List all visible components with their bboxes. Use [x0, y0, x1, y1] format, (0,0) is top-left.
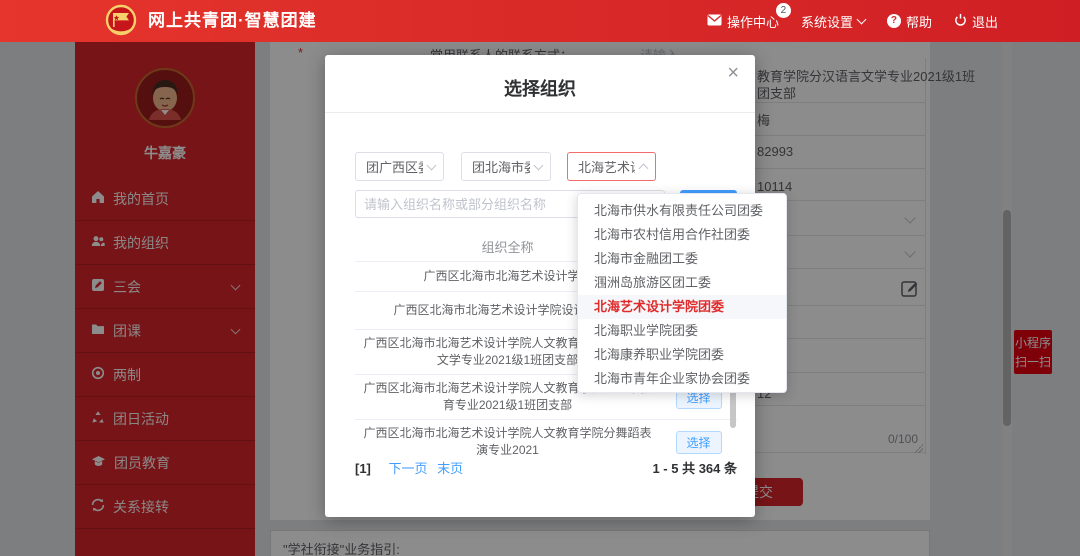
nav-label: 退出	[972, 12, 998, 31]
org-dropdown-list: 北海市供水有限责任公司团委 北海市农村信用合作社团委 北海市金融团工委 涠洲岛旅…	[577, 193, 787, 393]
org-level2-select[interactable]: 团北海市委	[461, 152, 551, 181]
dropdown-item[interactable]: 北海市金融团工委	[578, 247, 786, 271]
nav-label: 操作中心	[727, 12, 779, 31]
page-next-link[interactable]: 下一页	[389, 461, 428, 476]
app-header: 网上共青团·智慧团建 操作中心 2 系统设置 ? 帮助 退出	[0, 0, 1080, 42]
chevron-down-icon	[534, 160, 544, 170]
nav-label: 帮助	[906, 12, 932, 31]
modal-title: 选择组织	[325, 75, 755, 101]
pagination: [1] 下一页 末页 1 - 5 共 364 条	[355, 458, 737, 480]
notification-badge: 2	[776, 3, 791, 18]
table-row: 广西区北海市北海艺术设计学院人文教育学院分舞蹈表演专业2021 选择	[355, 420, 737, 455]
nav-label: 系统设置	[801, 12, 853, 31]
chevron-down-icon	[857, 15, 867, 25]
dropdown-item[interactable]: 北海康养职业学院团委	[578, 343, 786, 367]
select-value: 北海艺术设计	[578, 157, 635, 176]
select-value: 团北海市委	[472, 157, 530, 176]
dropdown-item[interactable]: 北海市农村信用合作社团委	[578, 223, 786, 247]
select-org-button[interactable]: 选择	[676, 431, 722, 454]
nav-logout[interactable]: 退出	[954, 12, 998, 31]
dropdown-item[interactable]: 北海市青年企业家协会团委	[578, 367, 786, 391]
nav-operation-center[interactable]: 操作中心 2	[707, 12, 779, 31]
page-last-link[interactable]: 末页	[437, 461, 463, 476]
league-emblem-icon	[102, 2, 140, 45]
close-icon[interactable]: ×	[727, 63, 739, 83]
mail-icon	[707, 14, 722, 29]
org-name: 广西区北海市北海艺术设计学院人文教育学院分舞蹈表演专业2021	[355, 421, 660, 455]
app-title: 网上共青团·智慧团建	[148, 0, 317, 42]
page-current[interactable]: [1]	[355, 461, 371, 476]
select-value: 团广西区委	[366, 157, 423, 176]
org-level3-select[interactable]: 北海艺术设计	[567, 152, 656, 181]
chevron-down-icon	[427, 160, 437, 170]
top-nav: 操作中心 2 系统设置 ? 帮助 退出	[707, 0, 998, 42]
dropdown-item[interactable]: 北海市供水有限责任公司团委	[578, 199, 786, 223]
power-icon	[954, 13, 967, 29]
org-level1-select[interactable]: 团广西区委	[355, 152, 444, 181]
nav-help[interactable]: ? 帮助	[887, 12, 932, 31]
dropdown-item[interactable]: 北海职业学院团委	[578, 319, 786, 343]
dropdown-item[interactable]: 涠洲岛旅游区团工委	[578, 271, 786, 295]
chevron-up-icon	[639, 164, 649, 174]
dropdown-item-selected[interactable]: 北海艺术设计学院团委	[578, 295, 786, 319]
question-icon: ?	[887, 14, 901, 28]
page-summary: 1 - 5 共 364 条	[652, 458, 737, 477]
nav-system-settings[interactable]: 系统设置	[801, 12, 865, 31]
